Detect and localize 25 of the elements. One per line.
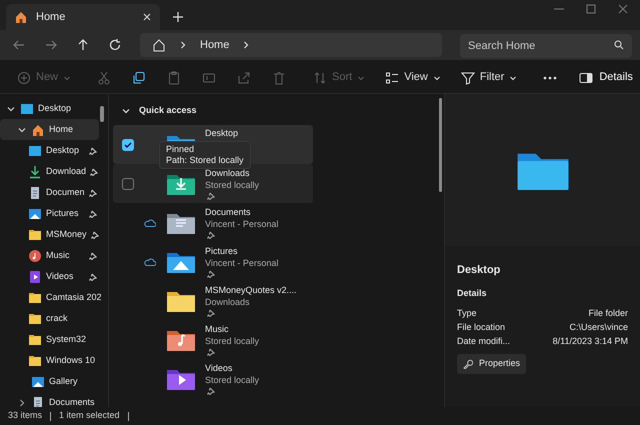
property-label: Date modifi... [457, 335, 510, 348]
status-text: 33 items [8, 409, 42, 422]
tooltip-text: Pinned [166, 144, 196, 155]
item-name: Documents [205, 206, 252, 218]
property-value: C:\Users\vince [569, 321, 628, 334]
item-location: Stored locally [205, 374, 260, 386]
item-name: Music [205, 323, 230, 335]
item-location: Stored locally [205, 179, 260, 191]
item-name: Desktop [205, 127, 238, 139]
item-location: Stored locally [205, 335, 260, 347]
property-label: Type [457, 307, 477, 320]
item-location: Vincent - Personal [205, 218, 278, 230]
property-label: File location [457, 321, 506, 334]
file-name: Desktop [457, 263, 502, 278]
item-name: MSMoneyQuotes v2.... [205, 284, 297, 296]
status-text: 1 item selected [59, 409, 120, 422]
section-heading: Details [457, 286, 488, 300]
item-name: Videos [205, 362, 234, 374]
item-name: Downloads [205, 167, 251, 179]
tooltip-text: Path: Stored locally [166, 155, 244, 166]
property-value: File folder [588, 307, 628, 320]
property-value: 8/11/2023 3:14 PM [552, 335, 628, 348]
item-location: Downloads [205, 296, 251, 308]
item-location: Vincent - Personal [205, 257, 278, 269]
item-name: Pictures [205, 245, 239, 257]
